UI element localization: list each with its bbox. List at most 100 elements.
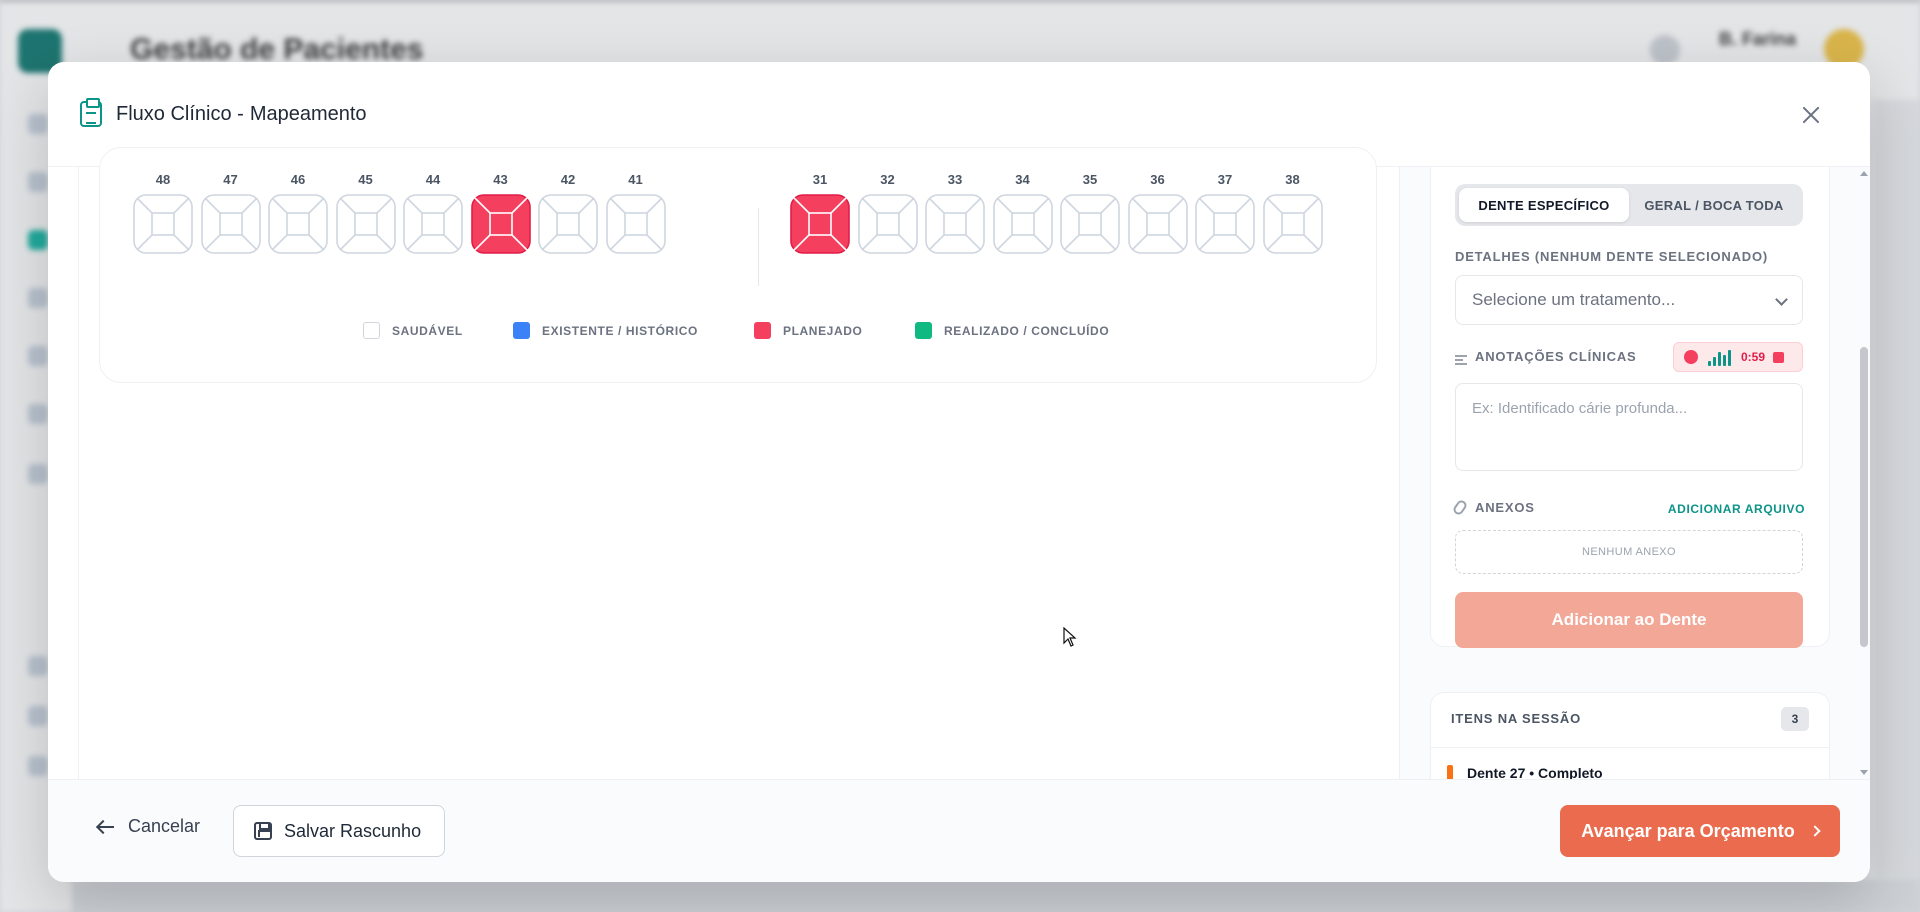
tooth-diagram[interactable]	[268, 194, 328, 254]
tooth-number: 45	[358, 172, 373, 187]
tooth-number: 35	[1082, 172, 1098, 187]
add-file-link[interactable]: ADICIONAR ARQUIVO	[1668, 502, 1805, 516]
session-items-card: ITENS NA SESSÃO 3 Dente 27 • Completo	[1430, 692, 1830, 779]
save-draft-button[interactable]: Salvar Rascunho	[233, 805, 445, 857]
scope-toggle: DENTE ESPECÍFICO GERAL / BOCA TODA	[1455, 184, 1803, 226]
tooth-number: 38	[1285, 172, 1300, 187]
legend-label: EXISTENTE / HISTÓRICO	[542, 323, 698, 338]
attachments-dropzone[interactable]: NENHUM ANEXO	[1455, 530, 1803, 574]
modal-body: 48 47 46 45 44 43 42 41 31 32 33 34 35 36 37 38 SAUDÁVE…	[48, 147, 1870, 779]
status-marker	[1447, 765, 1453, 779]
save-icon	[254, 822, 272, 840]
tooth-diagram[interactable]	[538, 194, 598, 254]
tooth-number: 41	[628, 172, 643, 187]
legend-swatch	[754, 322, 771, 339]
chevron-right-icon	[1809, 825, 1821, 837]
cancel-label: Cancelar	[128, 816, 201, 836]
tooth-number: 46	[290, 172, 306, 187]
legend-item: SAUDÁVEL	[363, 322, 463, 339]
odontogram-area: 48 47 46 45 44 43 42 41 31 32 33 34 35 36 37 38 SAUDÁVE…	[78, 147, 1400, 779]
scroll-down-icon[interactable]	[1860, 770, 1868, 775]
no-attachments-text: NENHUM ANEXO	[1581, 546, 1677, 558]
record-indicator-icon	[1684, 350, 1698, 364]
clinical-notes-input[interactable]: Ex: Identificado cárie profunda...	[1455, 383, 1803, 471]
legend-item: REALIZADO / CONCLUÍDO	[915, 322, 1109, 339]
treatment-select-placeholder: Selecione um tratamento...	[1472, 290, 1676, 309]
divider	[1431, 747, 1829, 748]
legend-label: PLANEJADO	[783, 323, 863, 338]
tooth-number: 37	[1217, 172, 1233, 187]
tab-specific-tooth[interactable]: DENTE ESPECÍFICO	[1459, 188, 1629, 222]
tooth-diagram[interactable]	[605, 194, 666, 254]
modal-title: Fluxo Clínico - Mapeamento	[116, 103, 367, 126]
tooth-diagram[interactable]	[1127, 194, 1188, 254]
tooth-diagram[interactable]	[200, 194, 261, 254]
add-to-tooth-button[interactable]: Adicionar ao Dente	[1455, 592, 1803, 648]
scrollbar-thumb[interactable]	[1860, 347, 1868, 647]
session-items-count: 3	[1781, 707, 1809, 731]
clinical-notes-placeholder: Ex: Identificado cárie profunda...	[1472, 400, 1688, 417]
tooth-diagram[interactable]	[992, 194, 1053, 254]
tooth-number: 42	[560, 172, 576, 187]
legend-swatch	[513, 322, 530, 339]
clipboard-icon	[80, 98, 102, 127]
legend-item: PLANEJADO	[754, 322, 862, 339]
legend-swatch	[915, 322, 932, 339]
chevron-down-icon	[1775, 293, 1788, 306]
audio-level-icon	[1708, 348, 1733, 366]
paperclip-icon	[1451, 498, 1469, 517]
modal-title-main: Fluxo Clínico -	[116, 102, 244, 125]
legend-swatch	[363, 322, 380, 339]
stop-recording-icon[interactable]	[1773, 351, 1785, 363]
tooth-number: 48	[155, 172, 171, 187]
legend-label: REALIZADO / CONCLUÍDO	[944, 323, 1110, 338]
tooth-diagram[interactable]	[925, 194, 985, 254]
tooth-diagram[interactable]	[1262, 194, 1323, 254]
arrow-left-icon	[98, 825, 114, 828]
treatment-select[interactable]: Selecione um tratamento...	[1455, 275, 1803, 325]
tooth-number: 32	[880, 172, 895, 187]
tooth-diagram[interactable]	[133, 194, 193, 254]
close-icon[interactable]	[1798, 102, 1824, 128]
scroll-up-icon[interactable]	[1860, 171, 1868, 176]
clinical-notes-label: ANOTAÇÕES CLÍNICAS	[1475, 349, 1637, 364]
arch-divider	[758, 208, 759, 286]
tooth-diagram[interactable]	[1060, 194, 1120, 254]
tooth-diagram[interactable]	[470, 194, 531, 254]
odontogram-card: 48 47 46 45 44 43 42 41 31 32 33 34 35 36 37 38 SAUDÁVE…	[99, 147, 1377, 383]
tooth-diagram[interactable]	[857, 194, 918, 254]
tooth-diagram[interactable]	[403, 194, 463, 254]
tooth-diagram[interactable]	[335, 194, 396, 254]
session-items-title: ITENS NA SESSÃO	[1451, 711, 1581, 726]
tooth-diagram[interactable]	[790, 194, 850, 254]
session-item-label: Dente 27 • Completo	[1467, 765, 1603, 779]
details-label: DETALHES (NENHUM DENTE SELECIONADO)	[1455, 249, 1769, 264]
tooth-number: 34	[1015, 172, 1030, 187]
proceed-to-budget-button[interactable]: Avançar para Orçamento	[1560, 805, 1840, 857]
proceed-label: Avançar para Orçamento	[1581, 820, 1795, 841]
legend-item: EXISTENTE / HISTÓRICO	[513, 322, 698, 339]
tooth-number: 31	[812, 172, 828, 187]
tooth-diagram[interactable]	[1195, 194, 1255, 254]
cancel-button[interactable]: Cancelar	[98, 816, 200, 837]
tooth-number: 33	[947, 172, 963, 187]
voice-recorder[interactable]: 0:59	[1673, 342, 1803, 372]
side-panel: DENTE ESPECÍFICO GERAL / BOCA TODA DETAL…	[1400, 167, 1870, 779]
modal-title-step: Mapeamento	[249, 102, 367, 125]
clinical-flow-modal: Fluxo Clínico - Mapeamento 48 47 46 45 44 43 42…	[48, 62, 1870, 882]
tooth-number: 47	[223, 172, 238, 187]
attachments-label: ANEXOS	[1475, 500, 1535, 515]
tooth-number: 44	[425, 172, 441, 187]
recording-timer: 0:59	[1741, 350, 1766, 364]
save-draft-label: Salvar Rascunho	[284, 820, 422, 841]
mouse-cursor-icon	[1063, 627, 1077, 647]
text-lines-icon	[1455, 355, 1467, 365]
tooth-number: 36	[1150, 172, 1165, 187]
panel-scrollbar[interactable]	[1858, 167, 1870, 779]
tab-whole-mouth[interactable]: GERAL / BOCA TODA	[1629, 188, 1799, 222]
legend-label: SAUDÁVEL	[392, 323, 463, 338]
tooth-number: 43	[493, 172, 508, 187]
session-item[interactable]: Dente 27 • Completo	[1447, 765, 1603, 779]
modal-footer: Cancelar Salvar Rascunho Avançar para Or…	[48, 779, 1870, 882]
treatment-form-card: DENTE ESPECÍFICO GERAL / BOCA TODA DETAL…	[1430, 167, 1830, 648]
